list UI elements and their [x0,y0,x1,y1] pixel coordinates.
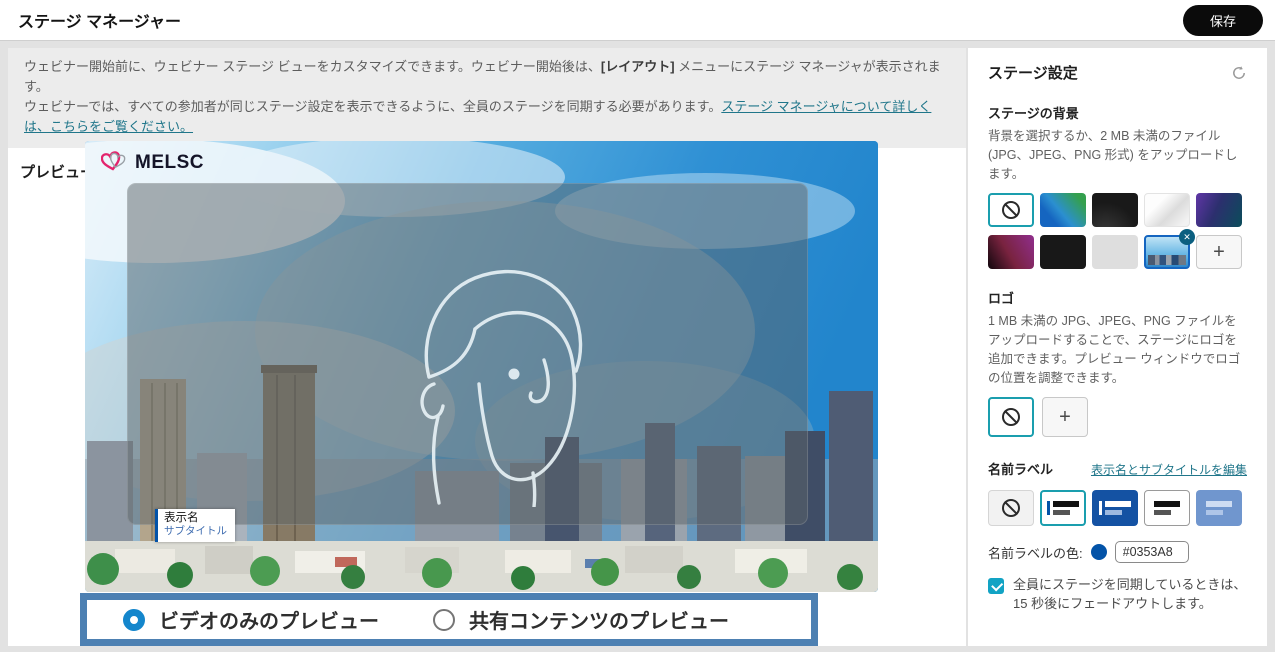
radio-unselected-icon[interactable] [433,609,455,631]
name-label-heading: 名前ラベル [988,459,1053,478]
webinar-notice: ウェビナー開始前に、ウェビナー ステージ ビューをカスタマイズできます。ウェビナ… [8,48,966,148]
label-style-translucent[interactable] [1196,490,1242,526]
layout-menu-ref: [レイアウト] [601,59,675,74]
preview-panel: ウェビナー開始前に、ウェビナー ステージ ビューをカスタマイズできます。ウェビナ… [8,48,966,646]
ban-icon [1002,201,1020,219]
city-thumbnail-buildings [1148,255,1186,265]
refresh-icon[interactable] [1231,65,1247,81]
bg-swatch-silver[interactable] [1144,193,1190,227]
name-label-styles [988,490,1247,526]
logo-options: + [988,397,1247,437]
background-swatches: ✕ + [988,193,1247,269]
color-hex-input[interactable] [1115,541,1189,563]
ban-icon [1002,408,1020,426]
stage-logo: MELSC [101,150,204,176]
notice-line-1: ウェビナー開始前に、ウェビナー ステージ ビューをカスタマイズできます。ウェビナ… [24,57,950,97]
bg-swatch-light-gray[interactable] [1092,235,1138,269]
bg-swatch-none[interactable] [988,193,1034,227]
save-button[interactable]: 保存 [1183,5,1263,36]
label-style-light-plain[interactable] [1144,490,1190,526]
edit-display-name-link[interactable]: 表示名とサブタイトルを編集 [1091,461,1247,478]
background-description: 背景を選択するか、2 MB 未満のファイル (JPG、JPEG、PNG 形式) … [988,127,1247,183]
participant-name-tag[interactable]: 表示名 サブタイトル [155,509,235,542]
settings-title: ステージ設定 [988,62,1078,83]
ban-icon [1002,499,1020,517]
subtitle: サブタイトル [164,525,227,538]
notice-line-2: ウェビナーでは、すべての参加者が同じステージ設定を表示できるように、全員のステー… [24,97,950,137]
melsc-heart-icon [101,150,129,176]
upload-background-button[interactable]: + [1196,235,1242,269]
display-name: 表示名 [164,511,227,525]
bg-swatch-city-photo[interactable]: ✕ [1144,235,1190,269]
radio-selected-icon[interactable] [123,609,145,631]
stage-preview: MELSC 表示名 サブタイトル [85,141,878,592]
bg-swatch-black[interactable] [1040,235,1086,269]
radio-shared-content[interactable]: 共有コンテンツのプレビュー [433,605,729,634]
logo-description: 1 MB 未満の JPG、JPEG、PNG ファイルをアップロードすることで、ス… [988,312,1247,387]
fadeout-label: 全員にステージを同期しているときは、15 秒後にフェードアウトします。 [1013,576,1247,614]
logo-option-none[interactable] [988,397,1034,437]
bg-swatch-purple-teal[interactable] [1196,193,1242,227]
stage-settings-panel: ステージ設定 ステージの背景 背景を選択するか、2 MB 未満のファイル (JP… [968,48,1267,646]
label-style-none[interactable] [988,490,1034,526]
color-swatch[interactable] [1091,544,1107,560]
background-heading: ステージの背景 [988,103,1247,122]
avatar-face-outline [415,257,605,507]
label-style-light-stripe[interactable] [1040,490,1086,526]
label-style-dark-blue[interactable] [1092,490,1138,526]
bg-swatch-crimson-purple[interactable] [988,235,1034,269]
logo-heading: ロゴ [988,288,1247,307]
name-label-color-label: 名前ラベルの色: [988,543,1083,562]
bg-swatch-black-wave[interactable] [1092,193,1138,227]
app-header: ステージ マネージャー 保存 [0,0,1275,41]
preview-mode-bar: ビデオのみのプレビュー 共有コンテンツのプレビュー [80,593,818,646]
upload-logo-button[interactable]: + [1042,397,1088,437]
fadeout-checkbox[interactable] [988,578,1004,594]
remove-background-icon[interactable]: ✕ [1179,229,1195,245]
page-title: ステージ マネージャー [18,8,181,32]
brand-name: MELSC [135,152,204,174]
radio-video-only[interactable]: ビデオのみのプレビュー [123,605,379,634]
bg-swatch-blue-green[interactable] [1040,193,1086,227]
